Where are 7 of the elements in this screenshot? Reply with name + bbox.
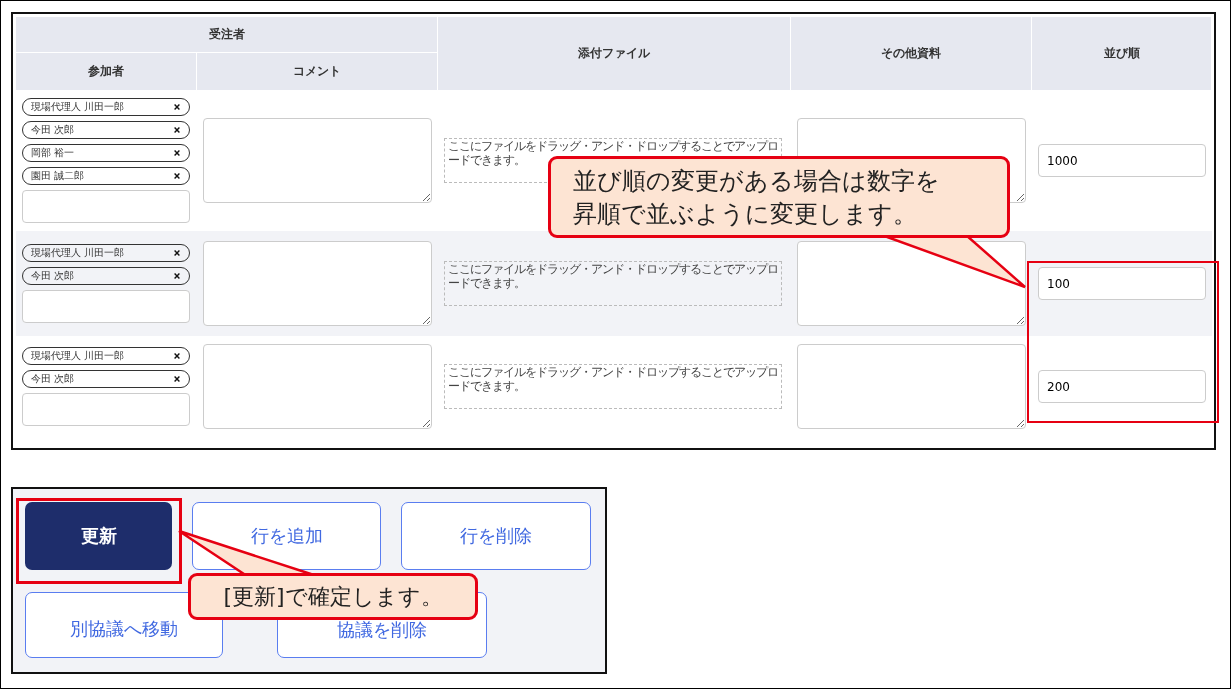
column-header: 並び順 xyxy=(1032,17,1212,90)
column-header: 参加者 xyxy=(16,53,197,90)
column-header: その他資料 xyxy=(791,17,1032,90)
column-header: 添付ファイル xyxy=(438,17,791,90)
column-header: コメント xyxy=(197,53,438,90)
column-header: 受注者 xyxy=(16,17,438,53)
callout-tooltip: [更新]で確定します。 xyxy=(188,573,478,620)
